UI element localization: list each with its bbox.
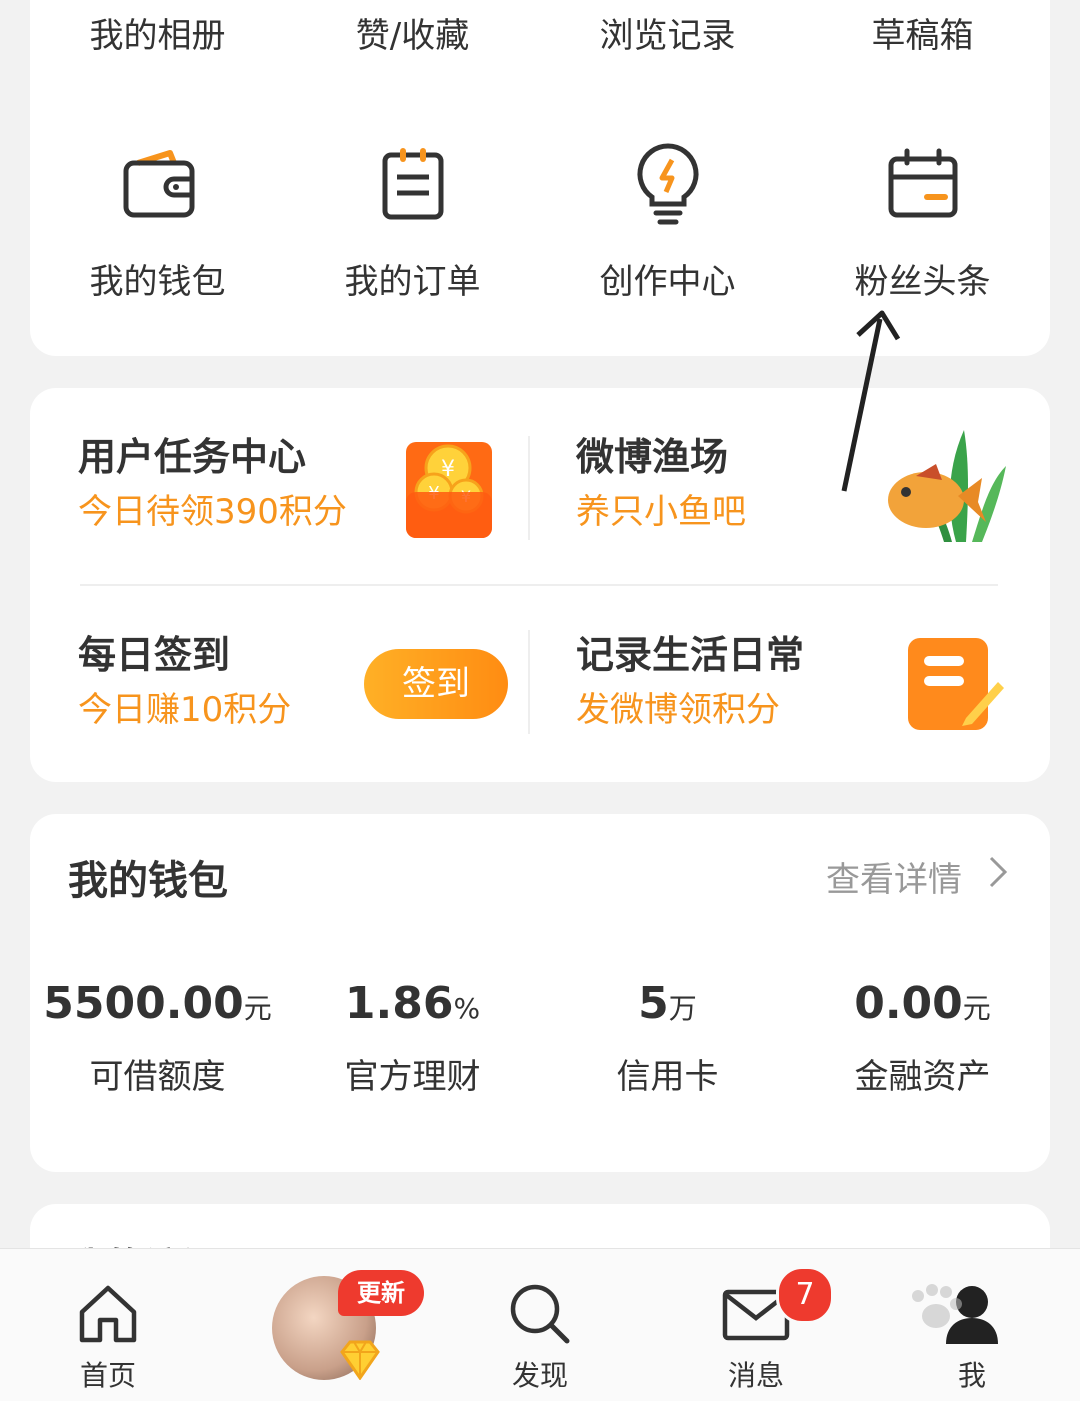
divider-vertical bbox=[528, 436, 530, 540]
task-center-subtitle: 今日待领390积分 bbox=[78, 492, 347, 532]
stat-unit: % bbox=[453, 992, 481, 1025]
stat-label: 官方理财 bbox=[344, 1057, 481, 1097]
stat-credit-card[interactable]: 5万 信用卡 bbox=[540, 976, 795, 1099]
fishing-subtitle: 养只小鱼吧 bbox=[576, 492, 746, 532]
stat-credit-limit[interactable]: 5500.00元 可借额度 bbox=[30, 976, 285, 1099]
wallet-icon bbox=[113, 140, 203, 230]
search-icon bbox=[505, 1279, 575, 1349]
order-list-icon bbox=[368, 140, 458, 230]
link-drafts[interactable]: 草稿箱 bbox=[795, 0, 1050, 76]
link-likes-favorites[interactable]: 赞/收藏 bbox=[285, 0, 540, 76]
wallet-section-title: 我的钱包 bbox=[68, 858, 228, 904]
tab-discover-label: 发现 bbox=[511, 1359, 568, 1392]
tab-discover[interactable]: 发现 bbox=[470, 1249, 610, 1393]
wallet-view-details-label: 查看详情 bbox=[826, 860, 962, 900]
stat-official-finance[interactable]: 1.86% 官方理财 bbox=[285, 976, 540, 1099]
top-links-row: 我的相册 赞/收藏 浏览记录 草稿箱 bbox=[30, 0, 1050, 76]
wallet-view-details[interactable]: 查看详情 bbox=[826, 852, 1008, 901]
link-album[interactable]: 我的相册 bbox=[30, 0, 285, 76]
stat-label: 金融资产 bbox=[854, 1057, 991, 1097]
stat-unit: 万 bbox=[668, 992, 697, 1025]
stat-label: 信用卡 bbox=[616, 1057, 719, 1097]
wallet-stats: 5500.00元 可借额度 1.86% 官方理财 5万 信用卡 0.00元 金融… bbox=[30, 976, 1050, 1099]
daily-checkin: 每日签到 今日赚10积分 bbox=[78, 632, 291, 732]
stat-unit: 元 bbox=[243, 992, 272, 1025]
task-center[interactable]: 用户任务中心 今日待领390积分 bbox=[78, 434, 347, 534]
stat-value: 5 bbox=[638, 978, 669, 1029]
diamond-icon bbox=[338, 1340, 382, 1381]
divider-horizontal bbox=[80, 584, 998, 586]
tool-creator-center[interactable]: 创作中心 bbox=[540, 140, 795, 304]
checkin-title: 每日签到 bbox=[78, 633, 231, 677]
tool-fans-headline[interactable]: 粉丝头条 bbox=[795, 140, 1050, 304]
tab-home-label: 首页 bbox=[79, 1359, 136, 1392]
tool-fans-headline-label: 粉丝头条 bbox=[854, 262, 991, 302]
task-center-title: 用户任务中心 bbox=[78, 435, 307, 479]
lightbulb-icon bbox=[623, 140, 713, 230]
baidu-jingyan-watermark bbox=[826, 1282, 1026, 1372]
fishing-title: 微博渔场 bbox=[576, 435, 729, 479]
calendar-icon bbox=[878, 140, 968, 230]
tab-home[interactable]: 首页 bbox=[38, 1249, 178, 1393]
fishing-game[interactable]: 微博渔场 养只小鱼吧 bbox=[576, 434, 746, 534]
stat-label: 可借额度 bbox=[89, 1057, 226, 1097]
stat-value: 1.86 bbox=[344, 978, 454, 1029]
update-badge: 更新 bbox=[338, 1270, 424, 1316]
divider-vertical bbox=[528, 630, 530, 734]
note-pencil-icon bbox=[906, 636, 1006, 736]
tool-wallet-label: 我的钱包 bbox=[89, 262, 226, 302]
tool-orders[interactable]: 我的订单 bbox=[285, 140, 540, 304]
record-life-title: 记录生活日常 bbox=[576, 633, 805, 677]
fish-icon bbox=[886, 426, 1010, 550]
stat-value: 0.00 bbox=[854, 978, 963, 1029]
stat-unit: 元 bbox=[962, 992, 991, 1025]
stat-value: 5500.00 bbox=[43, 978, 244, 1029]
tab-messages-label: 消息 bbox=[727, 1359, 784, 1392]
tools-row: 我的钱包 我的订单 创作中心 粉丝头条 bbox=[30, 140, 1050, 304]
checkin-button[interactable]: 签到 bbox=[364, 649, 508, 719]
home-icon bbox=[73, 1279, 143, 1349]
tool-orders-label: 我的订单 bbox=[344, 262, 481, 302]
coin-envelope-icon: ¥ ¥ ¥ bbox=[404, 432, 494, 544]
svg-text:¥: ¥ bbox=[441, 457, 455, 482]
record-life[interactable]: 记录生活日常 发微博领积分 bbox=[576, 632, 804, 732]
link-browse-history[interactable]: 浏览记录 bbox=[540, 0, 795, 76]
chevron-right-icon bbox=[988, 855, 1008, 898]
tool-wallet[interactable]: 我的钱包 bbox=[30, 140, 285, 304]
tool-creator-center-label: 创作中心 bbox=[599, 262, 736, 302]
stat-financial-assets[interactable]: 0.00元 金融资产 bbox=[795, 976, 1050, 1099]
checkin-subtitle: 今日赚10积分 bbox=[78, 690, 292, 730]
record-life-subtitle: 发微博领积分 bbox=[576, 690, 780, 730]
